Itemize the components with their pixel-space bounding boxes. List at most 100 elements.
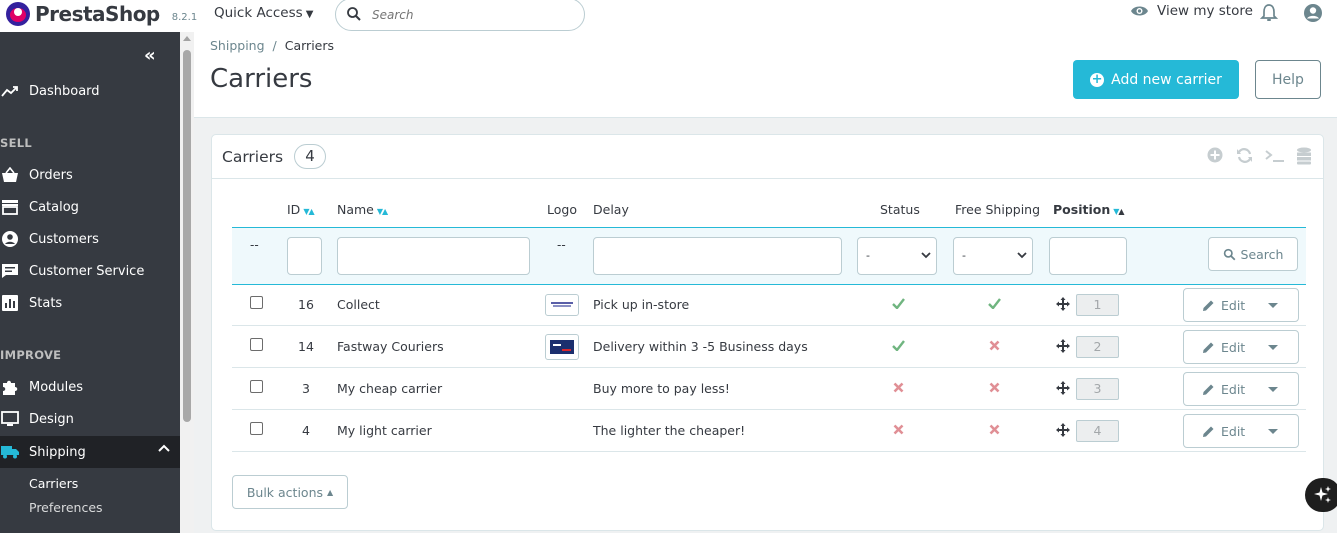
row-checkbox[interactable] (250, 296, 263, 309)
filter-delay-input[interactable] (593, 237, 842, 275)
ai-assistant-button[interactable] (1305, 478, 1337, 512)
sidebar-item-orders[interactable]: Orders (0, 159, 180, 191)
breadcrumb-shipping[interactable]: Shipping (210, 38, 265, 53)
sidebar-item-design[interactable]: Design (0, 403, 180, 435)
header-search[interactable] (335, 0, 585, 31)
view-store-link[interactable]: View my store (1130, 3, 1253, 19)
caret-down-icon[interactable] (1268, 387, 1278, 392)
pencil-icon (1203, 300, 1214, 311)
caret-down-icon[interactable] (1268, 345, 1278, 350)
carrier-delay: Delivery within 3 -5 Business days (593, 339, 808, 354)
add-circle-tool-icon[interactable] (1207, 147, 1223, 163)
user-account-icon[interactable] (1302, 2, 1324, 24)
position-box: 2 (1076, 336, 1119, 358)
sidebar-item-label: Orders (29, 167, 73, 183)
close-icon[interactable] (989, 424, 1000, 435)
column-header-position[interactable]: Position ▼▲ (1053, 202, 1125, 217)
scroll-up-arrow-icon[interactable] (183, 36, 191, 41)
sidebar-item-catalog[interactable]: Catalog (0, 191, 180, 223)
check-icon[interactable] (892, 340, 905, 351)
edit-button[interactable]: Edit (1202, 340, 1245, 355)
terminal-icon[interactable] (1265, 147, 1285, 163)
carrier-name: Fastway Couriers (337, 339, 444, 354)
caret-down-icon[interactable] (1268, 429, 1278, 434)
drag-move-icon[interactable] (1056, 423, 1070, 437)
edit-label: Edit (1221, 382, 1246, 397)
scrollbar-thumb[interactable] (183, 50, 191, 422)
sidebar-item-stats[interactable]: Stats (0, 287, 180, 319)
account-circle-icon (1, 230, 19, 248)
edit-button[interactable]: Edit (1202, 424, 1245, 439)
add-new-carrier-button[interactable]: + Add new carrier (1073, 60, 1239, 99)
sort-arrows-icon[interactable]: ▼▲ (377, 207, 388, 216)
eye-icon (1131, 6, 1148, 16)
prestashop-logo[interactable]: PrestaShop 8.2.1 (6, 2, 197, 26)
top-header: PrestaShop 8.2.1 Quick Access▼ View my s… (0, 0, 1337, 32)
row-checkbox[interactable] (250, 422, 263, 435)
page-header: Shipping / Carriers Carriers + Add new car… (194, 32, 1337, 118)
filter-search-button[interactable]: Search (1208, 237, 1298, 271)
table-row[interactable]: 16 Collect Pick up in-store 1 Edit (232, 284, 1306, 326)
refresh-icon[interactable] (1236, 147, 1253, 164)
chevron-down-icon (921, 252, 931, 259)
sidebar-item-label: Shipping (29, 444, 86, 460)
filter-free-shipping-select[interactable]: - (953, 237, 1033, 275)
column-header-name[interactable]: Name ▼▲ (337, 202, 388, 217)
submenu-item-carriers[interactable]: Carriers (29, 476, 78, 491)
add-new-carrier-label: Add new carrier (1111, 71, 1222, 88)
check-icon[interactable] (892, 298, 905, 309)
drag-move-icon[interactable] (1056, 381, 1070, 395)
bell-icon[interactable] (1260, 3, 1278, 23)
carrier-delay: Pick up in-store (593, 297, 690, 312)
filter-status-select[interactable]: - (857, 237, 937, 275)
edit-button[interactable]: Edit (1202, 382, 1245, 397)
close-icon[interactable] (893, 382, 904, 393)
filter-id-input[interactable] (287, 237, 322, 275)
row-checkbox[interactable] (250, 380, 263, 393)
sidebar-item-customers[interactable]: Customers (0, 223, 180, 255)
sort-arrows-icon[interactable]: ▼▲ (303, 207, 314, 216)
sort-arrows-icon[interactable]: ▼▲ (1113, 207, 1124, 216)
caret-down-icon[interactable] (1268, 303, 1278, 308)
quick-access-dropdown[interactable]: Quick Access ▼ (214, 5, 313, 21)
view-store-label: View my store (1157, 3, 1253, 19)
database-icon[interactable] (1296, 147, 1312, 165)
help-button[interactable]: Help (1255, 60, 1321, 99)
breadcrumb-current: Carriers (284, 38, 335, 53)
collapse-sidebar-icon[interactable]: « (144, 45, 156, 66)
search-icon (1223, 248, 1235, 260)
filter-name-input[interactable] (337, 237, 530, 275)
edit-button[interactable]: Edit (1202, 298, 1245, 313)
carrier-id: 4 (302, 423, 310, 438)
row-checkbox[interactable] (250, 338, 263, 351)
close-icon[interactable] (989, 340, 1000, 351)
sidebar-item-dashboard[interactable]: Dashboard (0, 75, 180, 107)
pencil-icon (1203, 384, 1214, 395)
panel-title: Carriers (222, 148, 284, 166)
drag-move-icon[interactable] (1056, 297, 1070, 311)
close-icon[interactable] (989, 382, 1000, 393)
caret-up-icon: ▲ (327, 487, 334, 497)
sidebar-item-label: Stats (29, 295, 63, 311)
filter-logo-dash: -- (557, 238, 566, 252)
sidebar-item-customer-service[interactable]: Customer Service (0, 255, 180, 287)
filter-position-input[interactable] (1049, 237, 1127, 275)
drag-move-icon[interactable] (1056, 339, 1070, 353)
submenu-item-preferences[interactable]: Preferences (29, 500, 103, 515)
pencil-icon (1203, 342, 1214, 353)
table-row[interactable]: 4 My light carrier The lighter the cheap… (232, 410, 1306, 452)
edit-button-group: Edit (1183, 414, 1299, 448)
column-header-id[interactable]: ID ▼▲ (287, 202, 315, 217)
table-row[interactable]: 14 Fastway Couriers Delivery within 3 -5… (232, 326, 1306, 368)
check-icon[interactable] (988, 298, 1001, 309)
sidebar-scrollbar[interactable] (180, 32, 194, 533)
table-row[interactable]: 3 My cheap carrier Buy more to pay less!… (232, 368, 1306, 410)
sidebar-item-shipping[interactable]: Shipping (0, 436, 180, 468)
search-input[interactable] (372, 5, 572, 25)
truck-icon (1, 443, 19, 461)
close-icon[interactable] (893, 424, 904, 435)
sidebar-item-modules[interactable]: Modules (0, 371, 180, 403)
bulk-actions-button[interactable]: Bulk actions ▲ (232, 475, 348, 509)
version-label: 8.2.1 (171, 11, 198, 23)
chevron-down-icon (1017, 252, 1027, 259)
